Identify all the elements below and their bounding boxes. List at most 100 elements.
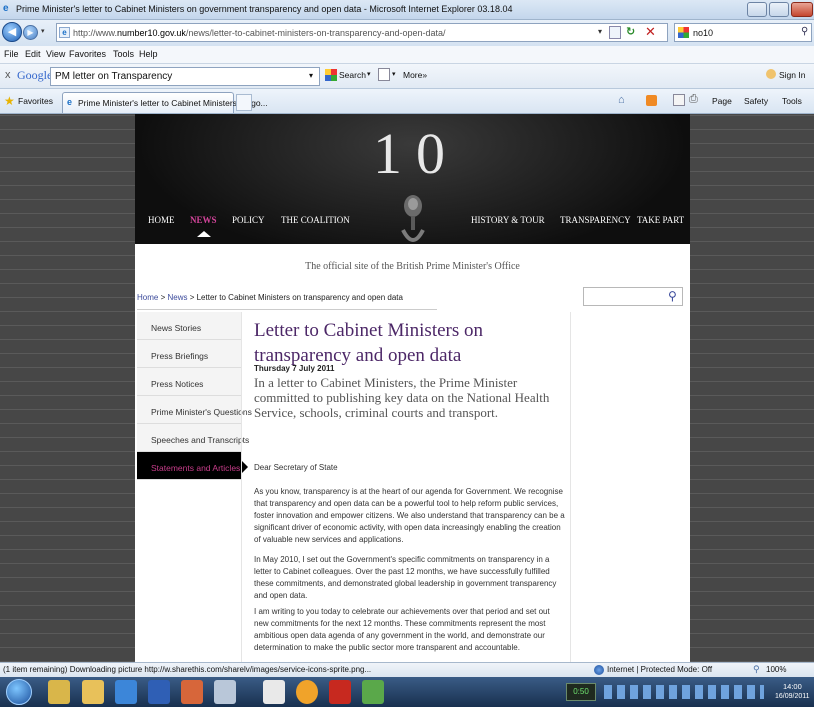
article-column: Letter to Cabinet Ministers on transpare… (241, 312, 571, 662)
taskbar-lock-icon[interactable] (48, 680, 70, 704)
maximize-button[interactable] (769, 2, 789, 17)
favorites-button[interactable]: Favorites (18, 96, 53, 106)
nav-transparency[interactable]: TRANSPARENCY (560, 215, 631, 225)
forward-button[interactable]: ▶ (23, 25, 38, 40)
google-search-button[interactable]: Search (339, 70, 366, 80)
address-url: http://www.number10.gov.uk/news/letter-t… (73, 28, 446, 38)
favorites-star-icon: ★ (4, 94, 15, 108)
feeds-icon[interactable] (646, 95, 657, 106)
menu-bar: File Edit View Favorites Tools Help (0, 46, 814, 64)
taskbar-paint-icon[interactable] (362, 680, 384, 704)
tools-menu[interactable]: Tools (782, 96, 802, 106)
taskbar-m-app-icon[interactable] (329, 680, 351, 704)
status-text: (1 item remaining) Downloading picture h… (3, 665, 372, 674)
safety-menu[interactable]: Safety (744, 96, 768, 106)
menu-view[interactable]: View (46, 49, 65, 59)
refresh-icon[interactable]: ↻ (626, 25, 635, 38)
sign-in-link[interactable]: Sign In (779, 70, 805, 80)
system-tray-icons[interactable] (604, 685, 764, 699)
nav-policy[interactable]: POLICY (232, 215, 265, 225)
article-date: Thursday 7 July 2011 (254, 364, 335, 373)
breadcrumb: Home > News > Letter to Cabinet Minister… (137, 293, 403, 302)
sidebar-item-press-briefings[interactable]: Press Briefings (137, 340, 241, 368)
search-icon[interactable]: ⚲ (801, 26, 808, 37)
windows-taskbar: 0:50 14:00 16/09/2011 (0, 677, 814, 707)
taskbar-word-icon[interactable] (148, 680, 170, 704)
security-zone[interactable]: Internet | Protected Mode: Off (607, 665, 712, 674)
breadcrumb-news[interactable]: News (167, 293, 187, 302)
back-button[interactable]: ◀ (2, 22, 22, 42)
zoom-level[interactable]: 100% (766, 665, 786, 674)
address-bar[interactable]: e http://www.number10.gov.uk/news/letter… (56, 23, 668, 42)
google-search-input[interactable]: PM letter on Transparency ▾ (50, 67, 320, 86)
nav-home[interactable]: HOME (148, 215, 175, 225)
page-content: Home > News > Letter to Cabinet Minister… (135, 280, 690, 662)
page-viewport: 10 HOME NEWS POLICY THE COALITION HISTOR… (0, 114, 814, 662)
share-dropdown-icon[interactable]: ▾ (392, 70, 396, 78)
toolbar-close-icon[interactable]: x (5, 69, 11, 81)
recent-pages-chevron-icon[interactable]: ▾ (41, 27, 45, 35)
ie-logo-icon: e (3, 3, 9, 14)
menu-file[interactable]: File (4, 49, 19, 59)
nav-the-coalition[interactable]: THE COALITION (281, 215, 350, 225)
clock-time[interactable]: 14:00 (783, 682, 802, 691)
taskbar-document-icon[interactable] (214, 680, 236, 704)
sidebar-item-pmqs[interactable]: Prime Minister's Questions (137, 396, 252, 424)
taskbar-orange-app-icon[interactable] (296, 680, 318, 704)
brick-background-right (690, 114, 814, 662)
start-button[interactable] (6, 679, 32, 705)
site-tagline: The official site of the British Prime M… (305, 261, 520, 272)
read-mail-icon[interactable] (673, 94, 685, 106)
site-tagline-bar: The official site of the British Prime M… (135, 244, 690, 280)
share-icon[interactable] (378, 68, 390, 81)
page-menu[interactable]: Page (712, 96, 732, 106)
nav-news[interactable]: NEWS (190, 215, 217, 225)
menu-tools[interactable]: Tools (113, 49, 134, 59)
article-paragraph: As you know, transparency is at the hear… (254, 487, 565, 544)
search-dropdown-icon[interactable]: ▾ (367, 70, 371, 78)
breadcrumb-separator: > (187, 293, 197, 302)
search-provider-icon (678, 27, 689, 38)
nav-take-part[interactable]: TAKE PART (637, 215, 684, 225)
sidebar-item-press-notices[interactable]: Press Notices (137, 368, 241, 396)
stop-icon[interactable]: ✕ (645, 24, 656, 40)
sign-in-icon (766, 69, 776, 79)
clock-date[interactable]: 16/09/2011 (775, 693, 810, 700)
google-logo: Google (17, 68, 53, 82)
compatibility-icon[interactable] (609, 26, 621, 39)
more-button[interactable]: More» (403, 70, 427, 80)
menu-edit[interactable]: Edit (25, 49, 41, 59)
browser-tab[interactable]: e Prime Minister's letter to Cabinet Min… (62, 92, 268, 113)
zoom-icon: ⚲ (753, 664, 760, 674)
google-dropdown-icon[interactable]: ▾ (309, 71, 313, 80)
tray-counter[interactable]: 0:50 (566, 683, 596, 701)
taskbar-folder-icon[interactable] (82, 680, 104, 704)
sidebar-item-statements[interactable]: Statements and Articles (137, 452, 241, 480)
site-search-icon[interactable]: ⚲ (668, 289, 677, 303)
minimize-button[interactable] (747, 2, 767, 17)
nav-history-tour[interactable]: HISTORY & TOUR (471, 215, 545, 225)
site-search-input[interactable]: ⚲ (583, 287, 683, 306)
article-title: Letter to Cabinet Ministers on transpare… (254, 320, 484, 366)
window-title: Prime Minister's letter to Cabinet Minis… (16, 4, 513, 14)
print-icon[interactable]: ⎙ (689, 93, 698, 106)
internet-zone-icon (594, 665, 604, 675)
menu-help[interactable]: Help (139, 49, 158, 59)
menu-favorites[interactable]: Favorites (69, 49, 106, 59)
taskbar-ie-icon[interactable] (115, 680, 137, 704)
page-icon: e (59, 27, 70, 38)
home-icon[interactable]: ⌂ (618, 94, 625, 106)
new-tab-button[interactable] (236, 94, 252, 111)
close-button[interactable] (791, 2, 813, 17)
browser-search-box[interactable]: no10 ⚲ (674, 23, 812, 42)
address-dropdown-icon[interactable]: ▾ (598, 27, 602, 36)
sidebar-item-news-stories[interactable]: News Stories (137, 312, 241, 340)
brick-background-left (0, 114, 135, 662)
sidebar-item-speeches[interactable]: Speeches and Transcripts (137, 424, 249, 452)
taskbar-pdf-icon[interactable] (263, 680, 285, 704)
status-bar: (1 item remaining) Downloading picture h… (0, 662, 814, 677)
breadcrumb-home[interactable]: Home (137, 293, 158, 302)
address-toolbar: ◀ ▶ ▾ e http://www.number10.gov.uk/news/… (0, 20, 814, 46)
taskbar-powerpoint-icon[interactable] (181, 680, 203, 704)
site-logo[interactable]: 10 (373, 120, 459, 187)
